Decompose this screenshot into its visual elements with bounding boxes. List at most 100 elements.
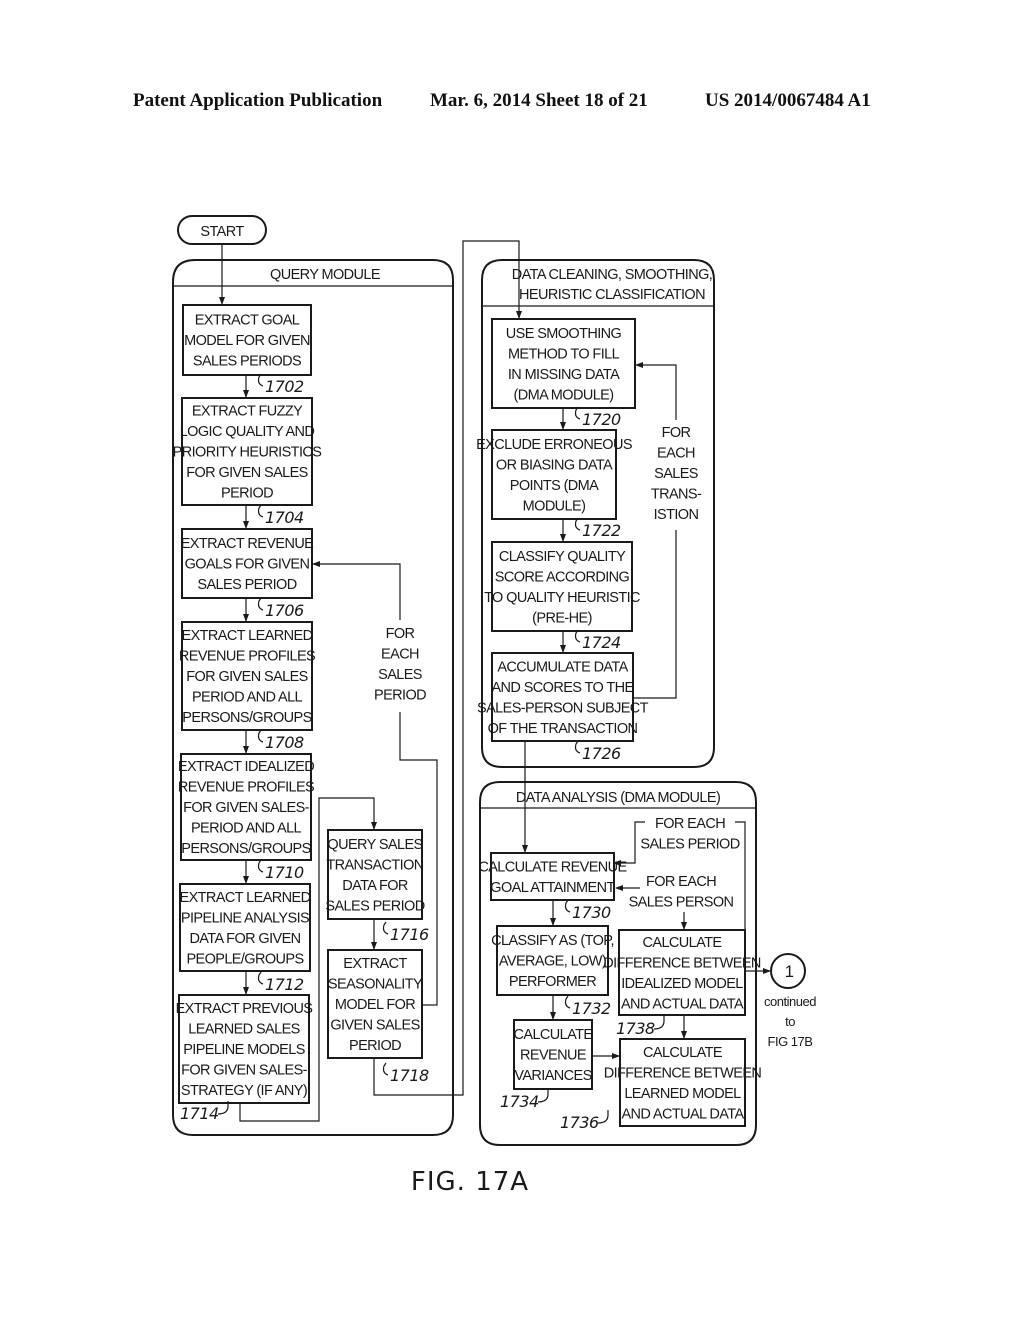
process-step-text: (PRE-HE) [532,610,592,626]
reference-numeral: 1714 [180,1104,219,1123]
process-step-text: LOGIC QUALITY AND [180,424,315,440]
loop-sales-period-upper [312,561,401,620]
process-step-1702: EXTRACT GOAL MODEL FOR GIVEN SALES PERIODS… [182,304,312,396]
process-step-text: GOALS FOR GIVEN [185,557,310,573]
process-step-text: FOR GIVEN SALES- [183,800,310,816]
process-step-1726: ACCUMULATE DATA AND SCORES TO THE SALES-PE… [477,652,649,763]
process-step-text: SALES PERIOD [325,898,424,914]
reference-leader [257,729,264,743]
loop-label-text: SALES [378,667,422,683]
reference-leader [257,504,264,518]
process-step-text: SALES PERIODS [193,354,301,370]
process-step-1738: CALCULATE DIFFERENCE BETWEEN IDEALIZED MOD… [603,929,762,1038]
reference-leader [257,597,264,611]
reference-numeral: 1732 [572,999,611,1018]
process-step-text: PIPELINE MODELS [183,1042,305,1058]
reference-numeral: 1706 [265,601,304,620]
query-module-title: QUERY MODULE [270,267,381,283]
process-step-1714: EXTRACT PREVIOUS LEARNED SALES PIPELINE MO… [176,994,313,1123]
reference-numeral: 1736 [560,1113,599,1132]
reference-leader [382,1062,389,1076]
process-step-text: AVERAGE, LOW) [499,954,606,970]
process-step-text: OR BIASING DATA [496,457,613,473]
process-step-text: PIPELINE ANALYSIS [181,910,309,926]
reference-numeral: 1720 [582,410,621,429]
reference-numeral: 1704 [265,508,304,527]
reference-leader [537,1089,549,1103]
process-step-text: PERIOD AND ALL [191,821,302,837]
process-step-text: LEARNED MODEL [624,1086,741,1102]
analysis-module-title: DATA ANALYSIS (DMA MODULE) [516,790,720,806]
reference-numeral: 1712 [265,975,304,994]
loop-sales-transition-upper [635,362,677,420]
process-step-text: TRANSACTION [326,857,423,873]
reference-numeral: 1738 [616,1019,655,1038]
process-step-text: EXCLUDE ERRONEOUS [476,437,632,453]
process-step-text: EXTRACT IDEALIZED [178,759,314,775]
process-step-text: REVENUE PROFILES [179,649,315,665]
loop-label-analysis-sales-period: FOR EACH SALES PERIOD [640,816,740,853]
process-step-text: PERSONS/GROUPS [182,710,311,726]
process-step-1704: EXTRACT FUZZY LOGIC QUALITY AND PRIORITY H… [173,397,322,527]
process-step-text: GIVEN SALES [330,1018,419,1034]
process-step-1718: EXTRACT SEASONALITY MODEL FOR GIVEN SALES PE… [327,949,430,1085]
process-step-text: CALCULATE [643,1045,723,1061]
reference-leader [257,971,264,985]
process-step-text: PERFORMER [509,974,596,990]
process-step-1706: EXTRACT REVENUE GOALS FOR GIVEN SALES PERI… [181,528,315,620]
loop-label-analysis-sales-person: FOR EACH SALES PERSON [629,874,735,911]
process-step-1712: EXTRACT LEARNED PIPELINE ANALYSIS DATA FOR… [179,883,311,994]
process-step-text: ACCUMULATE DATA [497,659,628,675]
process-step-text: CALCULATE [643,935,723,951]
loop-label-text: PERIOD [374,688,426,704]
process-step-1722: EXCLUDE ERRONEOUS OR BIASING DATA POINTS (… [476,429,632,540]
reference-leader [257,859,264,873]
process-step-1708: EXTRACT LEARNED REVENUE PROFILES FOR GIVEN… [179,621,316,752]
process-step-1734: CALCULATE REVENUE VARIANCES 1734 [500,1019,594,1111]
process-step-text: EXTRACT LEARNED [180,890,311,906]
process-step-text: FOR GIVEN SALES [186,465,308,481]
process-step-1724: CLASSIFY QUALITY SCORE ACCORDING TO QUALIT… [484,541,641,652]
process-step-text: CLASSIFY QUALITY [499,549,626,565]
reference-numeral: 1734 [500,1092,539,1111]
process-step-text: AND ACTUAL DATA [621,1106,744,1122]
loop-label-text: FOR [386,626,415,642]
reference-numeral: 1726 [582,744,621,763]
reference-leader [597,1110,609,1124]
process-step-text: CALCULATE [514,1027,594,1043]
process-step-text: DIFFERENCE BETWEEN [604,1065,762,1081]
process-step-text: QUERY SALES [327,837,422,853]
process-step-text: (DMA MODULE) [514,387,614,403]
process-step-text: SALES PERIOD [197,577,296,593]
process-step-text: OF THE TRANSACTION [488,721,638,737]
loop-label-sales-period: FOR EACH SALES PERIOD [374,626,427,704]
process-step-text: PERIOD [349,1038,401,1054]
process-step-text: REVENUE [520,1048,587,1064]
process-step-text: AND SCORES TO THE [491,680,634,696]
process-step-text: LEARNED SALES [188,1022,299,1038]
reference-numeral: 1722 [582,521,621,540]
process-step-text: SALES-PERSON SUBJECT [477,700,649,716]
process-step-text: PERSONS/GROUPS [181,841,310,857]
connector-caption-line2: to [785,1014,795,1029]
connector-number: 1 [785,962,794,981]
process-step-text: GOAL ATTAINMENT [490,880,615,896]
reference-leader [382,921,389,935]
loop-label-text: FOR EACH [646,874,716,890]
loop-label-text: SALES [654,466,698,482]
loop-label-text: EACH [381,647,419,663]
process-step-text: PRIORITY HEURISTICS [173,445,322,461]
process-step-text: MODEL FOR GIVEN [184,333,310,349]
reference-numeral: 1724 [582,633,621,652]
loop-label-text: TRANS- [651,487,702,503]
reference-leader [564,995,571,1009]
reference-leader [574,740,581,754]
loop-label-text: FOR EACH [655,816,725,832]
loop-label-text: ISTION [654,507,699,523]
process-step-text: EXTRACT FUZZY [192,404,303,420]
process-step-text: SCORE ACCORDING [495,569,630,585]
reference-leader [564,899,571,913]
process-step-text: REVENUE PROFILES [178,780,314,796]
reference-numeral: 1710 [265,863,304,882]
offpage-connector: 1 continued to FIG 17B [764,953,817,1049]
